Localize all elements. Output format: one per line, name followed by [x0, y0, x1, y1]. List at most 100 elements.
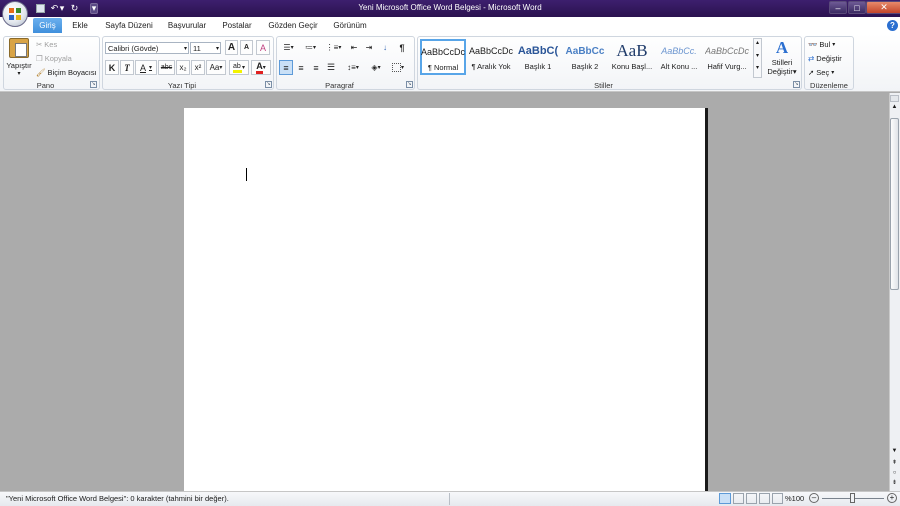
scroll-up-icon[interactable]: ▲ — [890, 104, 899, 111]
multilevel-list-button[interactable]: ⋮≡ ▾ — [323, 40, 344, 55]
zoom-in-icon[interactable]: + — [887, 493, 897, 503]
numbering-button[interactable]: ≔ ▾ — [300, 40, 321, 55]
chevron-down-icon[interactable]: ▾ — [242, 64, 245, 71]
copy-button[interactable]: ❐ Kopyala — [36, 52, 72, 64]
tab-view[interactable]: Görünüm — [328, 18, 372, 33]
style-normal[interactable]: AaBbCcDc ¶ Normal — [420, 39, 466, 75]
format-painter-button[interactable]: 🖌 Biçim Boyacısı — [36, 66, 97, 78]
style-no-spacing[interactable]: AaBbCcDc ¶ Aralık Yok — [468, 39, 514, 75]
justify-button[interactable]: ☰ — [324, 60, 338, 75]
chevron-down-icon[interactable]: ▾ — [754, 52, 761, 65]
chevron-down-icon[interactable]: ▾ — [832, 41, 835, 48]
font-size-combo[interactable]: 11 ▾ — [190, 42, 221, 54]
tab-review[interactable]: Gözden Geçir — [264, 18, 322, 33]
highlight-button[interactable]: ab ▾ — [229, 60, 249, 75]
outline-view-icon[interactable] — [759, 493, 770, 504]
borders-button[interactable]: ▾ — [388, 60, 408, 75]
save-icon[interactable] — [34, 3, 46, 14]
chevron-down-icon[interactable]: ▾ — [313, 44, 316, 51]
bold-button[interactable]: K — [105, 60, 119, 75]
zoom-out-icon[interactable]: – — [809, 493, 819, 503]
previous-page-icon[interactable]: ⇞ — [890, 460, 899, 467]
paragraph-launcher-icon[interactable]: ↘ — [406, 81, 413, 88]
shrink-font-button[interactable]: A — [240, 40, 253, 55]
tab-mailings[interactable]: Postalar — [216, 18, 258, 33]
style-heading-2[interactable]: AaBbCc Başlık 2 — [562, 39, 608, 75]
chevron-down-icon[interactable]: ▾ — [338, 44, 341, 51]
undo-dropdown-icon[interactable]: ▾ — [59, 3, 65, 14]
bullets-button[interactable]: ☰ ▾ — [279, 40, 298, 55]
style-heading-1[interactable]: AaBbC(Başlık 1 — [515, 39, 561, 75]
cut-button[interactable]: ✂ Kes — [36, 38, 57, 50]
change-case-button[interactable]: Aa ▾ — [206, 60, 226, 75]
office-button[interactable] — [2, 1, 28, 27]
next-page-icon[interactable]: ⇟ — [890, 480, 899, 487]
grow-font-button[interactable]: A — [225, 40, 238, 55]
show-formatting-button[interactable]: ¶ — [395, 40, 409, 55]
gallery-more-icon[interactable]: ▾ — [754, 64, 761, 77]
superscript-button[interactable]: x² — [191, 60, 205, 75]
decrease-indent-button[interactable]: ⇤ — [347, 40, 361, 55]
font-color-button[interactable]: A ▾ — [251, 60, 271, 75]
font-name-combo[interactable]: Calibri (Gövde) ▾ — [105, 42, 189, 54]
paste-dropdown-icon[interactable]: ▾ — [17, 70, 20, 77]
chevron-down-icon[interactable]: ▾ — [401, 64, 404, 71]
zoom-slider-thumb[interactable] — [850, 493, 855, 503]
scroll-down-icon[interactable]: ▼ — [890, 448, 899, 455]
minimize-button[interactable]: – — [829, 1, 847, 14]
chevron-down-icon[interactable]: ▾ — [831, 69, 834, 76]
print-layout-view-icon[interactable] — [719, 493, 731, 504]
font-launcher-icon[interactable]: ↘ — [265, 81, 272, 88]
chevron-down-icon[interactable]: ▾ — [219, 64, 222, 71]
tab-home[interactable]: Giriş — [33, 18, 62, 33]
replace-button[interactable]: ⇄ Değiştir — [808, 52, 842, 64]
close-button[interactable]: ✕ — [866, 1, 900, 14]
change-styles-label-1: Stilleri — [771, 58, 793, 67]
chevron-down-icon[interactable]: ▾ — [263, 64, 266, 71]
subscript-button[interactable]: x₂ — [176, 60, 190, 75]
scrollbar-thumb[interactable] — [890, 118, 899, 290]
tab-insert[interactable]: Ekle — [66, 18, 94, 33]
styles-launcher-icon[interactable]: ↘ — [793, 81, 800, 88]
underline-button[interactable]: A ▾ — [135, 60, 157, 75]
style-title[interactable]: AaB Konu Başl... — [609, 39, 655, 75]
maximize-button[interactable]: □ — [848, 1, 866, 14]
chevron-down-icon[interactable]: ▾ — [184, 43, 187, 53]
web-layout-icon[interactable] — [746, 493, 757, 504]
align-right-button[interactable]: ≡ — [309, 60, 323, 75]
sort-button[interactable]: ↓ — [378, 40, 392, 55]
chevron-up-icon[interactable]: ▴ — [754, 39, 761, 52]
tab-references[interactable]: Başvurular — [163, 18, 211, 33]
zoom-level[interactable]: %100 — [785, 494, 804, 503]
redo-icon[interactable]: ↻ — [69, 3, 80, 14]
chevron-down-icon[interactable]: ▾ — [291, 44, 294, 51]
shading-button[interactable]: ◈ ▾ — [366, 60, 386, 75]
line-spacing-button[interactable]: ↕≡ ▾ — [343, 60, 363, 75]
style-name: Başlık 2 — [571, 62, 599, 71]
increase-indent-button[interactable]: ⇥ — [362, 40, 376, 55]
chevron-down-icon[interactable]: ▾ — [149, 64, 152, 71]
italic-button[interactable]: T — [120, 60, 134, 75]
customize-qat-icon[interactable]: ▾ — [90, 3, 98, 14]
chevron-down-icon[interactable]: ▾ — [356, 64, 359, 71]
chevron-down-icon[interactable]: ▾ — [216, 43, 219, 53]
style-subtitle[interactable]: AaBbCc. Alt Konu ... — [656, 39, 702, 75]
style-subtle-emphasis[interactable]: AaBbCcDc Hafif Vurg... — [704, 39, 750, 75]
paste-button[interactable]: Yapıştır ▾ — [6, 38, 32, 80]
align-left-button[interactable]: ≡ — [279, 60, 293, 75]
select-browse-object-icon[interactable]: ○ — [890, 470, 899, 477]
clear-format-button[interactable]: A — [256, 40, 270, 55]
full-screen-reading-icon[interactable] — [733, 493, 744, 504]
draft-view-icon[interactable] — [772, 493, 783, 504]
chevron-down-icon[interactable]: ▾ — [378, 64, 381, 71]
ruler-toggle-icon[interactable] — [890, 95, 899, 102]
align-center-button[interactable]: ≡ — [294, 60, 308, 75]
select-button[interactable]: ➚ Seç ▾ — [808, 66, 834, 78]
help-icon[interactable]: ? — [887, 20, 898, 31]
change-styles-button[interactable]: A Stilleri Değiştir▾ — [765, 38, 799, 80]
tab-page-layout[interactable]: Sayfa Düzeni — [100, 18, 158, 33]
clipboard-launcher-icon[interactable]: ↘ — [90, 81, 97, 88]
strikethrough-button[interactable]: abc — [158, 60, 175, 75]
document-page[interactable] — [184, 108, 708, 492]
find-button[interactable]: 👓 Bul ▾ — [808, 38, 835, 50]
